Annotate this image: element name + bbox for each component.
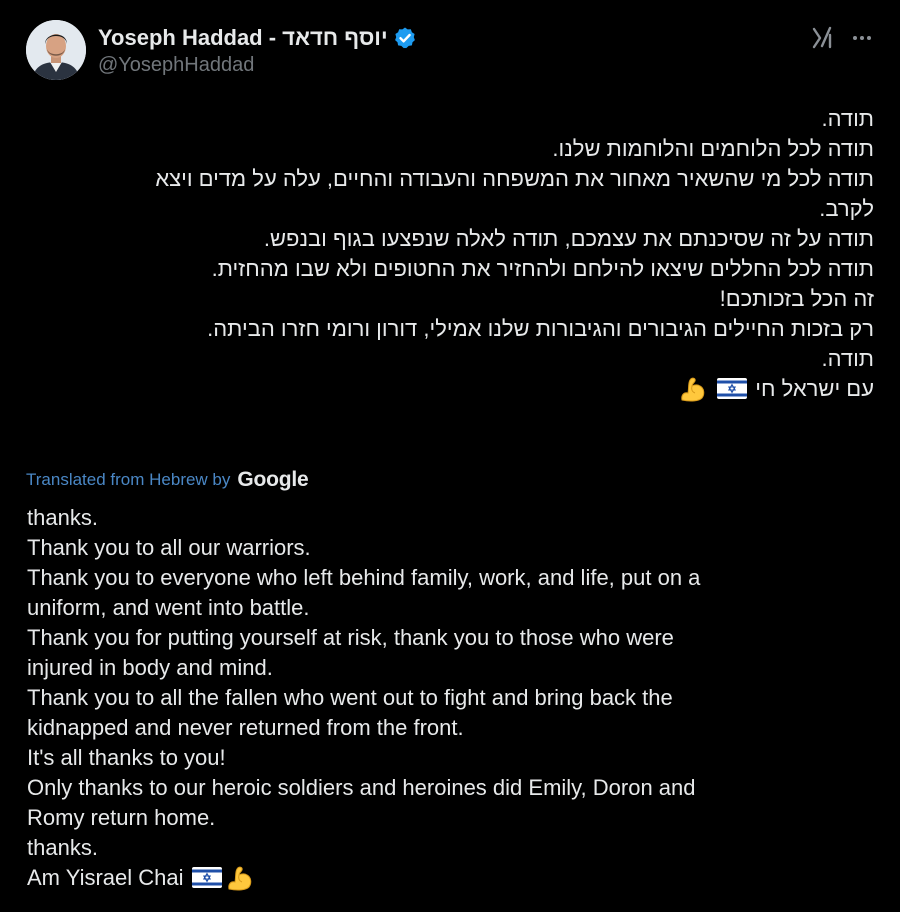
hebrew-line: זה הכל בזכותכם! <box>719 286 874 311</box>
english-line: It's all thanks to you! <box>27 745 226 770</box>
hebrew-line: לקרב. <box>819 196 874 221</box>
israel-flag-emoji <box>717 377 748 399</box>
english-line: Thank you for putting yourself at risk, … <box>27 625 674 650</box>
english-line: Thank you to everyone who left behind fa… <box>27 565 701 590</box>
post: יוסף חדאד - Yoseph Haddad @YosephHaddad <box>0 0 900 912</box>
english-line: kidnapped and never returned from the fr… <box>27 715 464 740</box>
translation-attribution: Translated from Hebrew by Google <box>26 466 309 494</box>
author-handle[interactable]: @YosephHaddad <box>98 54 254 77</box>
author-display-name[interactable]: יוסף חדאד - Yoseph Haddad <box>98 25 388 51</box>
english-last-line: Am Yisrael Chai <box>27 863 877 893</box>
hebrew-am-yisrael-chai: עם ישראל חי <box>755 376 874 401</box>
english-am-yisrael-chai: Am Yisrael Chai <box>27 865 184 890</box>
flexed-biceps-emoji <box>226 864 254 892</box>
english-line: Thank you to all our warriors. <box>27 535 311 560</box>
english-line: Thank you to all the fallen who went out… <box>27 685 673 710</box>
hebrew-line: תודה על זה שסיכנתם את עצמכם, תודה לאלה ש… <box>263 226 874 251</box>
hebrew-line: תודה. <box>821 346 874 371</box>
english-line: thanks. <box>27 835 98 860</box>
name-line: יוסף חדאד - Yoseph Haddad <box>98 24 417 52</box>
post-header: יוסף חדאד - Yoseph Haddad @YosephHaddad <box>26 20 876 80</box>
google-logo: Google <box>237 468 309 491</box>
flexed-biceps-emoji <box>679 375 707 403</box>
english-line: uniform, and went into battle. <box>27 595 310 620</box>
translated-from-hebrew-link[interactable]: Translated from Hebrew by <box>26 470 230 490</box>
post-text-hebrew: תודה. תודה לכל הלוחמים והלוחמות שלנו. תו… <box>24 104 874 404</box>
post-text-english: thanks. Thank you to all our warriors. T… <box>27 503 877 893</box>
verified-badge-icon <box>393 26 417 50</box>
english-line: injured in body and mind. <box>27 655 273 680</box>
more-options-icon[interactable] <box>848 24 876 52</box>
avatar[interactable] <box>26 20 86 80</box>
hebrew-line: רק בזכות החיילים הגיבורים והגיבורות שלנו… <box>207 316 874 341</box>
english-line: Only thanks to our heroic soldiers and h… <box>27 775 696 800</box>
hebrew-line: תודה לכל הלוחמים והלוחמות שלנו. <box>552 136 874 161</box>
grok-icon[interactable] <box>808 24 836 52</box>
israel-flag-emoji <box>191 866 222 888</box>
english-line: thanks. <box>27 505 98 530</box>
hebrew-line: תודה. <box>821 106 874 131</box>
hebrew-line: תודה לכל מי שהשאיר מאחור את המשפחה והעבו… <box>155 166 874 191</box>
english-line: Romy return home. <box>27 805 216 830</box>
hebrew-line: תודה לכל החללים שיצאו להילחם ולהחזיר את … <box>211 256 874 281</box>
hebrew-last-line: עם ישראל חי <box>24 374 874 404</box>
